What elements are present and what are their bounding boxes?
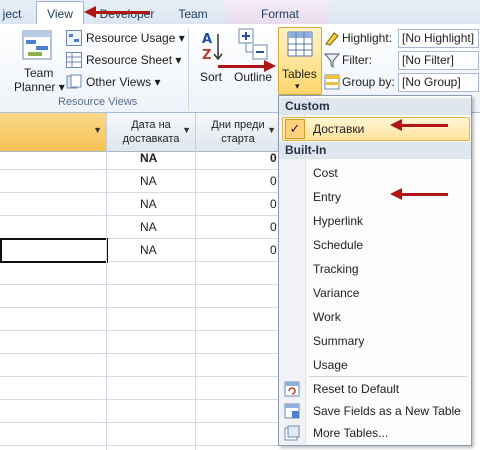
menu-item-custom-table[interactable]: ✓ Доставки (282, 117, 470, 141)
menu-header-custom: Custom (279, 98, 471, 115)
days-before-cell[interactable]: 0 (270, 216, 277, 238)
other-views-button[interactable]: Other Views ▾ (66, 73, 180, 91)
table-row[interactable]: NA 0 (0, 170, 280, 193)
table-row[interactable] (0, 377, 280, 400)
filter-label: Filter: (342, 53, 372, 67)
tab-view[interactable]: View (36, 1, 84, 26)
delivery-date-cell[interactable]: NA (140, 193, 157, 215)
menu-item-more-tables[interactable]: More Tables... (313, 426, 388, 440)
menu-item-entry[interactable]: Entry (313, 190, 341, 204)
resource-usage-button[interactable]: Resource Usage ▾ (66, 29, 185, 47)
resource-sheet-icon (66, 52, 82, 68)
resource-sheet-button[interactable]: Resource Sheet ▾ (66, 51, 182, 69)
active-cell-border (0, 238, 108, 263)
table-row[interactable]: NA 0 (0, 193, 280, 216)
chevron-down-icon[interactable]: ▼ (93, 123, 102, 137)
table-row[interactable]: NA 0 (0, 238, 280, 263)
tables-dropdown-menu: Custom ✓ Доставки Built-In Cost Entry Hy… (278, 95, 472, 446)
table-row[interactable] (0, 423, 280, 446)
annotation-arrow (402, 193, 448, 196)
menu-item-schedule[interactable]: Schedule (313, 238, 363, 252)
outline-icon (238, 28, 268, 60)
menu-item-summary[interactable]: Summary (313, 334, 364, 348)
tab-developer[interactable]: Developer (92, 4, 162, 24)
table-row[interactable]: NA 0 (0, 147, 280, 170)
highlight-icon (325, 32, 339, 46)
filter-icon (324, 53, 340, 68)
table-row[interactable]: NA 0 (0, 216, 280, 239)
table-row[interactable] (0, 285, 280, 308)
chevron-down-icon[interactable]: ▼ (267, 123, 276, 137)
tab-format[interactable]: Format (250, 4, 310, 24)
tab-project[interactable]: ject (0, 4, 24, 24)
team-planner-label-2: Planner ▾ (14, 80, 65, 94)
menu-item-tracking[interactable]: Tracking (313, 262, 359, 276)
delivery-date-cell[interactable]: NA (140, 147, 157, 169)
menu-item-usage[interactable]: Usage (313, 358, 348, 372)
filter-dropdown[interactable]: [No Filter] (398, 51, 479, 70)
menu-item-label: Доставки (313, 122, 365, 136)
resource-sheet-grid: ▼ Дата на доставката ▼ Дни преди старта … (0, 113, 281, 450)
menu-item-work[interactable]: Work (313, 310, 341, 324)
save-table-icon (284, 403, 300, 419)
delivery-date-cell[interactable]: NA (140, 239, 157, 261)
other-views-icon (66, 74, 82, 89)
checkmark-icon: ✓ (285, 119, 305, 139)
more-tables-icon (284, 425, 300, 441)
team-planner-button[interactable]: Team Planner ▾ (12, 28, 65, 94)
menu-item-reset-to-default[interactable]: Reset to Default (313, 382, 399, 396)
sort-button[interactable]: A Z Sort (196, 28, 226, 94)
days-before-cell[interactable]: 0 (270, 170, 277, 192)
svg-text:A: A (202, 32, 212, 47)
other-views-label: Other Views ▾ (86, 75, 161, 89)
annotation-arrow (96, 11, 150, 14)
svg-text:Z: Z (202, 48, 211, 62)
days-before-cell[interactable]: 0 (270, 239, 277, 261)
group-by-label: Group by: (342, 75, 395, 89)
delivery-date-cell[interactable]: NA (140, 216, 157, 238)
annotation-arrowhead (264, 60, 276, 72)
table-row[interactable] (0, 354, 280, 377)
group-by-icon (324, 74, 340, 90)
menu-item-save-fields-as-new-table[interactable]: Save Fields as a New Table (313, 404, 461, 418)
menu-item-variance[interactable]: Variance (313, 286, 359, 300)
team-planner-label: Team (24, 66, 54, 80)
ribbon-tab-bar: ject View Developer Team Format (0, 0, 480, 26)
outline-label: Outline (234, 70, 273, 84)
table-row[interactable] (0, 262, 280, 285)
days-before-cell[interactable]: 0 (270, 147, 277, 169)
resource-usage-icon (66, 30, 82, 46)
team-planner-icon (22, 30, 52, 60)
annotation-arrow (218, 65, 264, 68)
table-row[interactable] (0, 331, 280, 354)
menu-separator (309, 376, 467, 377)
sort-az-icon: A Z (202, 32, 223, 62)
tables-button[interactable]: Tables ▾ (278, 27, 322, 95)
tab-team[interactable]: Team (166, 4, 220, 24)
annotation-arrow (402, 124, 448, 127)
annotation-arrowhead (84, 6, 96, 18)
group-label-resource-views: Resource Views (58, 96, 138, 108)
tables-icon (287, 31, 313, 57)
highlight-dropdown[interactable]: [No Highlight] (398, 29, 479, 48)
tables-label: Tables (282, 67, 317, 81)
resource-sheet-label: Resource Sheet ▾ (86, 53, 182, 67)
ribbon-separator (188, 28, 189, 110)
menu-header-builtin: Built-In (279, 142, 471, 159)
reset-icon (284, 381, 300, 397)
annotation-arrowhead (390, 119, 402, 131)
table-row[interactable] (0, 400, 280, 423)
delivery-date-cell[interactable]: NA (140, 170, 157, 192)
menu-item-cost[interactable]: Cost (313, 166, 338, 180)
highlight-label: Highlight: (342, 31, 393, 45)
chevron-down-icon: ▾ (295, 81, 300, 91)
days-before-cell[interactable]: 0 (270, 193, 277, 215)
resource-usage-label: Resource Usage ▾ (86, 31, 185, 45)
group-by-dropdown[interactable]: [No Group] (398, 73, 479, 92)
annotation-arrowhead (390, 188, 402, 200)
menu-item-hyperlink[interactable]: Hyperlink (313, 214, 363, 228)
chevron-down-icon[interactable]: ▼ (182, 123, 191, 137)
sort-label: Sort (200, 70, 223, 84)
table-row[interactable] (0, 308, 280, 331)
